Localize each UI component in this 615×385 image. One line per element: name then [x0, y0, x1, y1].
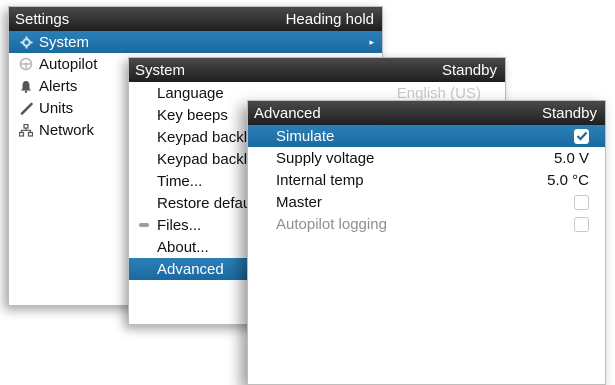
folder-icon — [139, 223, 149, 227]
advanced-item-supply-voltage[interactable]: Supply voltage 5.0 V — [248, 147, 605, 169]
checkmark-icon — [576, 131, 587, 141]
advanced-item-simulate[interactable]: Simulate — [248, 125, 605, 147]
advanced-item-label: Master — [276, 193, 322, 211]
settings-titlebar: Settings Heading hold — [9, 7, 382, 31]
system-item-label: Time... — [157, 172, 203, 190]
system-item-label: Files... — [157, 216, 202, 234]
system-item-label: Language — [157, 84, 224, 102]
bell-icon — [17, 80, 35, 93]
system-item-label: Keypad backl — [157, 128, 248, 146]
settings-item-label: Autopilot — [39, 55, 98, 73]
system-item-label: Advanced — [157, 260, 224, 278]
gear-icon — [17, 36, 35, 49]
advanced-item-internal-temp[interactable]: Internal temp 5.0 °C — [248, 169, 605, 191]
chevron-right-icon: ▸ — [369, 36, 374, 47]
system-title: System — [135, 61, 186, 79]
internal-temp-value: 5.0 °C — [547, 171, 589, 189]
system-item-label: About... — [157, 238, 209, 256]
advanced-item-autopilot-logging[interactable]: Autopilot logging — [248, 213, 605, 235]
system-item-label: Keypad backl — [157, 150, 248, 168]
supply-voltage-value: 5.0 V — [553, 149, 589, 167]
system-item-label: Key beeps — [157, 106, 228, 124]
helm-icon — [17, 57, 35, 71]
advanced-status: Standby — [541, 104, 597, 122]
settings-item-label: System — [39, 33, 90, 51]
settings-title: Settings — [15, 10, 70, 28]
autopilot-logging-checkbox[interactable] — [574, 216, 589, 232]
language-value: English (US) — [396, 84, 481, 102]
system-item-label: Restore defau — [157, 194, 252, 212]
settings-status: Heading hold — [285, 10, 374, 28]
simulate-checkbox[interactable] — [574, 128, 589, 144]
system-status: Standby — [441, 61, 497, 79]
advanced-titlebar: Advanced Standby — [248, 101, 605, 125]
advanced-panel: Advanced Standby Simulate Supply voltage… — [247, 100, 606, 385]
master-checkbox[interactable] — [574, 194, 589, 210]
ruler-icon — [17, 102, 35, 115]
settings-item-label: Network — [39, 121, 95, 139]
advanced-item-label: Simulate — [276, 127, 335, 145]
advanced-item-label: Autopilot logging — [276, 215, 387, 233]
advanced-item-master[interactable]: Master — [248, 191, 605, 213]
advanced-item-label: Internal temp — [276, 171, 364, 189]
system-titlebar: System Standby — [129, 58, 505, 82]
advanced-title: Advanced — [254, 104, 321, 122]
network-icon — [17, 123, 35, 137]
settings-item-label: Units — [39, 99, 74, 117]
advanced-item-label: Supply voltage — [276, 149, 375, 167]
settings-item-label: Alerts — [39, 77, 78, 95]
settings-item-system[interactable]: System ▸ — [9, 31, 382, 53]
